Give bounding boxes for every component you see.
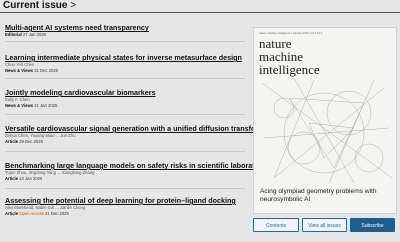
section-heading-label: Current issue — [3, 0, 68, 11]
article-date: 31 Dec 2025 — [45, 211, 69, 216]
heading-underline — [0, 12, 400, 13]
article-type: Article — [5, 211, 19, 216]
issue-cover-image[interactable]: nature machine intelligence | January 20… — [253, 27, 397, 214]
divider — [5, 151, 245, 152]
view-all-issues-button[interactable]: View all issues — [302, 218, 347, 232]
chevron-right-icon: > — [70, 0, 77, 11]
article-meta: News & Views 21 Jan 2026 — [5, 103, 156, 109]
cover-caption: Acing olympiad geometry problems with ne… — [260, 188, 377, 203]
subscribe-button[interactable]: Subscribe — [350, 218, 395, 232]
article-title-link[interactable]: Multi-agent AI systems need transparency — [5, 23, 149, 32]
contents-button[interactable]: Contents — [253, 218, 299, 232]
list-item: Jointly modeling cardiovascular biomarke… — [5, 88, 156, 109]
article-meta: News & Views 31 Dec 2025 — [5, 68, 242, 74]
article-date: 31 Dec 2025 — [34, 68, 59, 73]
article-type: Article — [5, 139, 19, 144]
article-date: 29 Dec 2025 — [19, 139, 43, 144]
cover-issue-line: nature machine intelligence | January 20… — [259, 32, 323, 35]
journal-masthead: nature machine intelligence — [259, 37, 394, 76]
masthead-line: intelligence — [259, 62, 320, 77]
section-heading[interactable]: Current issue > — [3, 0, 76, 11]
article-type: News & Views — [5, 103, 34, 108]
open-access-badge: Open Access — [19, 211, 44, 216]
article-meta: Article 29 Dec 2025 — [5, 139, 271, 145]
article-meta: Editorial 27 Jan 2026 — [5, 32, 149, 38]
list-item: Versatile cardiovascular signal generati… — [5, 124, 271, 145]
article-title-link[interactable]: Learning intermediate physical states fo… — [5, 53, 242, 62]
list-item: Multi-agent AI systems need transparency… — [5, 23, 149, 38]
divider — [5, 41, 245, 42]
article-type: Article — [5, 176, 19, 181]
list-item: Learning intermediate physical states fo… — [5, 53, 242, 74]
article-title-link[interactable]: Benchmarking large language models on sa… — [5, 161, 272, 170]
article-type: News & Views — [5, 68, 34, 73]
article-date: 27 Jan 2026 — [22, 32, 46, 37]
article-title-link[interactable]: Assessing the potential of deep learning… — [5, 196, 236, 205]
divider — [5, 78, 245, 79]
article-type: Editorial — [5, 32, 22, 37]
article-date: 21 Jan 2026 — [34, 103, 58, 108]
article-meta: Article 14 Jan 2026 — [5, 176, 272, 182]
divider — [5, 114, 245, 115]
article-meta: Article Open Access 31 Dec 2025 — [5, 211, 236, 217]
article-date: 14 Jan 2026 — [19, 176, 43, 181]
list-item: Assessing the potential of deep learning… — [5, 196, 236, 217]
article-title-link[interactable]: Jointly modeling cardiovascular biomarke… — [5, 88, 156, 97]
article-title-link[interactable]: Versatile cardiovascular signal generati… — [5, 124, 271, 133]
list-item: Benchmarking large language models on sa… — [5, 161, 272, 182]
divider — [5, 188, 245, 189]
